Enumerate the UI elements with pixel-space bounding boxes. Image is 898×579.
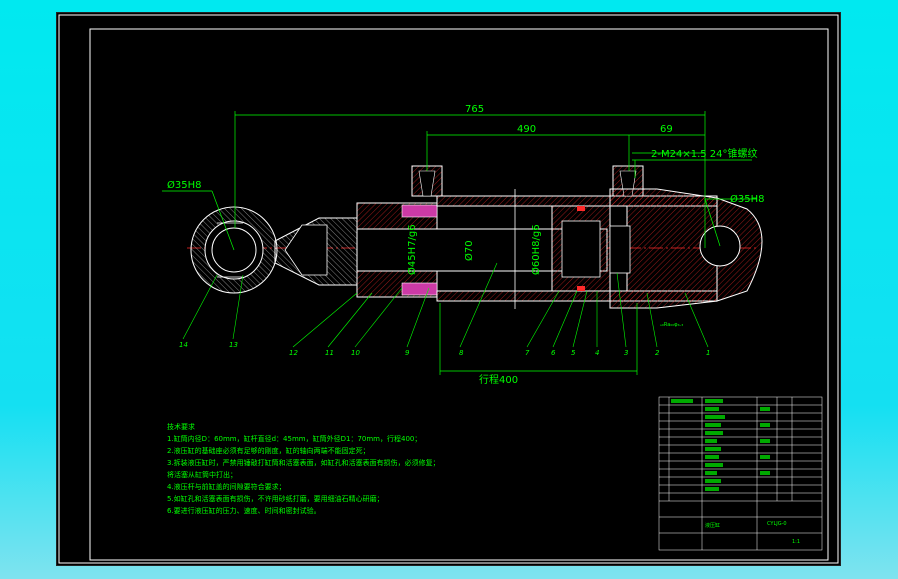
- tech-req-line: 6.要进行液压缸的压力、速度、时间和密封试验。: [167, 506, 321, 515]
- title-block: [658, 396, 823, 551]
- left-rod-eye: [190, 206, 358, 294]
- dim-rod: Ø70: [463, 240, 475, 261]
- dim-fit2: Ø60H8/g6: [530, 224, 542, 275]
- balloon: 8: [459, 349, 464, 357]
- dim-overall: 765: [465, 104, 484, 115]
- dim-stroke: 行程400: [479, 373, 518, 386]
- balloon: 10: [351, 349, 360, 357]
- balloon: 12: [289, 349, 298, 357]
- balloon: 9: [405, 349, 410, 357]
- dim-left-eye: Ø35H8: [167, 179, 201, 191]
- balloon: 4: [595, 349, 599, 357]
- tech-req-line: 2.液压缸的基础座必须有足够的刚度，缸的轴向两端不能固定死；: [167, 446, 370, 455]
- balloon: 6: [551, 349, 556, 357]
- balloon: 11: [325, 349, 334, 357]
- balloon: 5: [571, 349, 576, 357]
- dim-fit1: Ø45H7/g6: [406, 224, 418, 275]
- dim-end: 69: [660, 124, 673, 135]
- drawing-sheet: 765 490 69 2-M24×1.5 24°锥螺纹 Ø35H8 Ø35H8 …: [57, 13, 840, 565]
- tech-req-line: 4.液压杆与前缸盖的间隙要符合要求；: [167, 482, 286, 491]
- cad-drawing: 765 490 69 2-M24×1.5 24°锥螺纹 Ø35H8 Ø35H8 …: [58, 14, 839, 564]
- balloon: 7: [525, 349, 530, 357]
- drawing-scale: 1:1: [792, 539, 800, 545]
- balloon: 14: [179, 341, 188, 349]
- tech-req-line: 将活塞从缸筒中打出；: [167, 470, 237, 479]
- balloon: 13: [229, 341, 238, 349]
- technical-requirements: 技术要求 1.缸筒内径D：60mm，缸杆直径d：45mm，缸筒外径D1：70mm…: [167, 422, 440, 515]
- balloon: 2: [655, 349, 660, 357]
- tech-req-title: 技术要求: [167, 422, 195, 431]
- surface-note: ₛ₀Ra₀₀φ₆.₃: [660, 322, 683, 328]
- balloon: 3: [624, 349, 628, 357]
- title-name: 液压缸: [705, 522, 720, 529]
- tech-req-line: 5.如缸孔和活塞表面有损伤，不许用砂纸打磨，要用细油石精心研磨；: [167, 494, 384, 503]
- balloon: 1: [706, 349, 710, 357]
- dim-right-eye: Ø35H8: [730, 193, 764, 205]
- dim-body: 490: [517, 124, 536, 135]
- drawing-number: CYLJG-0: [767, 521, 787, 527]
- piston: [551, 205, 611, 292]
- dim-thread: 2-M24×1.5 24°锥螺纹: [651, 147, 758, 160]
- tech-req-line: 1.缸筒内径D：60mm，缸杆直径d：45mm，缸筒外径D1：70mm，行程40…: [167, 434, 421, 443]
- part-balloons: 14 13 12 11 10 9 8 7 6 5 4 3 2 1: [179, 341, 710, 357]
- rear-end-cap: [609, 188, 763, 309]
- tech-req-line: 3.拆装液压缸时，严禁用锤敲打缸筒和活塞表面，如缸孔和活塞表面有损伤，必须修复；: [167, 458, 440, 467]
